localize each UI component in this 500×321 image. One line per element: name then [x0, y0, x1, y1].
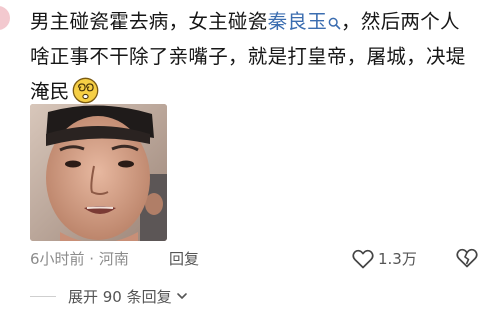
comment-meta: 6小时前 · 河南 回复 1.3万	[30, 248, 478, 270]
comment-text: 男主碰瓷霍去病，女主碰瓷秦良玉 ，然后两个人 啥正事不干除了亲嘴子，就是打皇帝，屠…	[30, 4, 492, 109]
expand-replies-label: 展开 90 条回复	[68, 287, 172, 306]
comment-line-2: 啥正事不干除了亲嘴子，就是打皇帝，屠城，决堤	[30, 45, 466, 68]
like-button[interactable]: 1.3万	[352, 247, 417, 271]
avatar[interactable]	[0, 6, 10, 30]
heart-outline-icon	[352, 249, 374, 269]
comment-body: 男主碰瓷霍去病，女主碰瓷秦良玉 ，然后两个人 啥正事不干除了亲嘴子，就是打皇帝，屠…	[30, 4, 492, 109]
comment-text-segment: 男主碰瓷霍去病，女主碰瓷	[30, 10, 268, 33]
comment-text-segment: 淹民	[30, 80, 70, 103]
comment-line-1: 男主碰瓷霍去病，女主碰瓷秦良玉 ，然后两个人	[30, 4, 492, 39]
dislike-button[interactable]	[456, 247, 478, 275]
reply-button[interactable]: 回复	[169, 248, 199, 270]
broken-heart-icon	[456, 248, 478, 268]
search-icon[interactable]	[328, 6, 341, 41]
comment-text-segment: ，然后两个人	[341, 10, 460, 33]
like-count: 1.3万	[378, 250, 417, 268]
comment-image[interactable]	[30, 104, 167, 241]
divider	[30, 295, 56, 297]
chevron-down-icon	[176, 293, 187, 299]
keyword-link[interactable]: 秦良玉	[268, 10, 327, 33]
expand-replies-button[interactable]: 展开 90 条回复	[30, 284, 188, 308]
time-location: 6小时前 · 河南	[30, 250, 129, 268]
